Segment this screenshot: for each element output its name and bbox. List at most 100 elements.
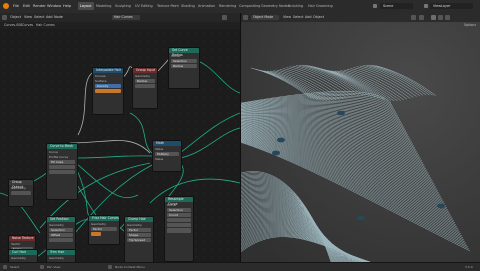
node-field[interactable]: Fill Caps <box>49 159 75 165</box>
node-frizz-hair-curves[interactable]: Frizz Hair Curves Geometry Factor <box>88 215 120 245</box>
node-curve-to-mesh[interactable]: Curve to Mesh Curve Profile Curve Fill C… <box>46 143 78 200</box>
socket-label: Curve <box>49 149 58 154</box>
node-field[interactable]: Selection <box>171 58 197 64</box>
tab-layout[interactable]: Layout <box>78 2 94 10</box>
3d-viewport[interactable]: Object Mode View Select Add Object Optio… <box>241 13 480 262</box>
node-set-curve-radius[interactable]: Set Curve Radius Curve Selection Radius <box>168 47 200 89</box>
node-field[interactable]: Factor <box>127 227 151 233</box>
node-title: Noise Texture <box>9 236 35 241</box>
node-field[interactable] <box>135 83 155 89</box>
node-field[interactable] <box>167 217 191 223</box>
node-title: Set Position <box>47 217 75 222</box>
tab-uv-editing[interactable]: UV Editing <box>133 2 155 10</box>
tab-texture-paint[interactable]: Texture Paint <box>155 2 181 10</box>
menu-file[interactable]: File <box>13 4 19 8</box>
node-field[interactable]: Radius <box>135 78 155 84</box>
view-layer-icon <box>424 4 428 8</box>
solid-shading-icon[interactable] <box>431 15 436 20</box>
rendered-shading-icon[interactable] <box>445 15 450 20</box>
socket-label: Curve <box>167 202 176 207</box>
socket-label: Geometry <box>127 222 142 227</box>
node-title: Curl Hair <box>9 250 37 255</box>
menu-view[interactable]: View <box>283 15 291 19</box>
node-field[interactable]: Tip Spread <box>127 237 151 243</box>
menu-render[interactable]: Render <box>33 4 46 8</box>
node-group-input[interactable]: Group Input Geometry Radius <box>132 67 158 109</box>
socket-label: Geometry <box>91 221 106 226</box>
node-field[interactable] <box>167 222 191 228</box>
socket-label: Surface <box>95 78 107 83</box>
node-clump-hair[interactable]: Clump Hair Geometry Factor Shape Tip Spr… <box>124 216 154 262</box>
node-field[interactable]: Multiply <box>155 151 179 157</box>
mode-selector[interactable]: Object Mode <box>251 15 279 20</box>
node-field[interactable]: Count <box>167 212 191 218</box>
node-editor[interactable]: Object View Select Add Node Hair Curves … <box>0 13 240 262</box>
xray-icon[interactable] <box>419 15 424 20</box>
node-color-field[interactable] <box>91 231 101 237</box>
tab-scripting[interactable]: Scripting <box>286 2 305 10</box>
view-layer-selector[interactable]: ViewLayer <box>430 3 473 9</box>
menu-help[interactable]: Help <box>63 4 71 8</box>
menu-window[interactable]: Window <box>47 4 61 8</box>
status-pan-view: Pan View <box>47 265 61 269</box>
socket-label: Profile Curve <box>49 154 69 159</box>
node-field[interactable] <box>49 169 75 175</box>
node-resample-curve[interactable]: Resample Curve Curve Selection Count <box>164 196 194 262</box>
tab-shading[interactable]: Shading <box>179 2 197 10</box>
socket-label: Value <box>155 156 164 161</box>
scene-selector[interactable]: Scene <box>380 3 413 9</box>
mouse-right-icon <box>108 264 112 269</box>
node-field[interactable]: Selection <box>49 227 73 233</box>
menu-object[interactable]: Object <box>313 15 324 19</box>
node-field[interactable] <box>11 190 31 196</box>
node-title: Math <box>153 141 181 146</box>
node-field[interactable] <box>49 164 75 170</box>
socket-label: Value <box>155 146 164 151</box>
node-title: Clump Hair <box>125 217 153 222</box>
mouse-middle-icon <box>40 264 44 269</box>
socket-label: Vector <box>11 241 21 246</box>
node-field[interactable]: Selection <box>167 207 191 213</box>
socket-label: Geometry <box>11 255 26 260</box>
node-field[interactable]: Shape <box>127 232 151 238</box>
overlay-icon[interactable] <box>411 15 416 20</box>
tab-modeling[interactable]: Modeling <box>94 2 113 10</box>
socket-label: Geometry <box>49 255 64 260</box>
editor-type-icon[interactable] <box>243 15 248 20</box>
node-field[interactable] <box>49 237 73 243</box>
viewport-subheader: Options <box>241 22 480 29</box>
blender-logo-icon[interactable] <box>3 3 9 9</box>
tab-rendering[interactable]: Rendering <box>217 2 238 10</box>
node-group-output[interactable]: Group Output Geometry <box>8 179 34 207</box>
node-title: Frizz Hair Curves <box>89 216 119 221</box>
tab-animation[interactable]: Animation <box>196 2 217 10</box>
node-title: Resample Curve <box>165 197 193 206</box>
tab-sculpting[interactable]: Sculpting <box>113 2 133 10</box>
node-trim-hair[interactable]: Trim Hair Geometry <box>46 249 76 262</box>
node-links <box>0 54 240 262</box>
menu-select[interactable]: Select <box>293 15 303 19</box>
node-title: Curve to Mesh <box>47 144 77 149</box>
version-label: 3.5.0 <box>465 265 473 269</box>
node-title: Group Output <box>9 180 33 189</box>
menu-edit[interactable]: Edit <box>23 4 30 8</box>
hair-guide-tip <box>277 137 285 143</box>
node-interpolate-hair[interactable]: Interpolate Hair Curves Surface Density <box>92 67 124 115</box>
node-curl-hair[interactable]: Curl Hair Geometry <box>8 249 38 262</box>
node-field[interactable] <box>167 228 191 233</box>
node-field[interactable]: Radius <box>171 63 197 69</box>
node-title: Trim Hair <box>47 250 75 255</box>
material-shading-icon[interactable] <box>438 15 443 20</box>
node-field[interactable]: Density <box>95 83 121 89</box>
scene-icon <box>373 4 377 8</box>
node-color-field[interactable] <box>95 88 121 93</box>
hair-guide-tip <box>272 150 280 156</box>
node-field[interactable]: Offset <box>49 232 73 238</box>
options-menu[interactable]: Options <box>464 23 476 27</box>
node-field[interactable]: Factor <box>91 226 117 232</box>
top-menu-bar: File Edit Render Window Help Layout Mode… <box>0 0 480 14</box>
tab-hair-grooming[interactable]: Hair Grooming <box>306 2 335 10</box>
node-math[interactable]: Math Value Multiply Value <box>152 140 182 172</box>
menu-add[interactable]: Add <box>305 15 312 19</box>
hair-render <box>241 13 480 262</box>
